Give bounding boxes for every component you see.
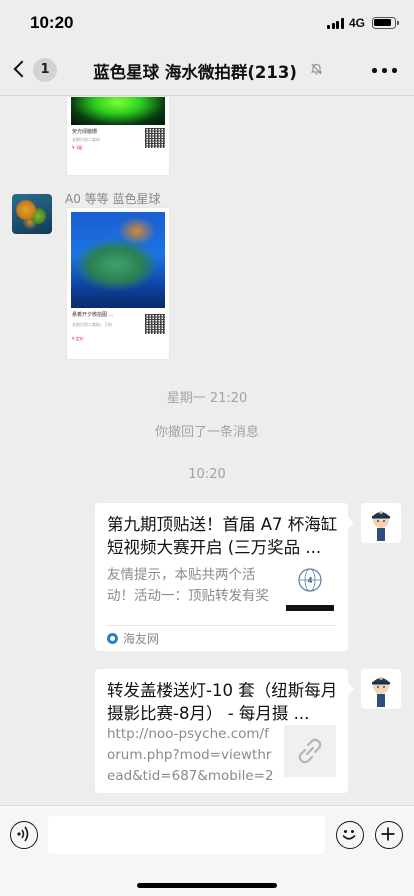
recall-notice: 你撤回了一条消息 — [154, 425, 259, 440]
link-message[interactable]: 转发盖楼送灯-10 套（纽斯每月摄影比赛-8月） - 每月摄 ... http:… — [95, 669, 354, 793]
image-message[interactable]: 荧光绿脑珊 长按识别二维码 ¥ 1级 — [67, 97, 169, 175]
link-source-row: 海友网 — [107, 625, 336, 651]
home-indicator — [137, 883, 277, 888]
link-description: http://noo-psyche.com/forum.php?mod=view… — [107, 726, 274, 784]
site-logo-icon — [107, 633, 118, 644]
more-options-icon[interactable] — [372, 68, 398, 74]
smiley-icon — [342, 830, 356, 840]
image-caption-sub: 长按识别二维码 — [72, 137, 100, 142]
voice-icon — [17, 826, 29, 842]
image-caption-title: 悬着开夕微拍图 ... — [72, 312, 114, 318]
my-avatar[interactable] — [361, 669, 401, 709]
aquarium-photo — [71, 97, 165, 125]
emoji-button[interactable] — [336, 821, 364, 849]
mute-bell-icon — [311, 63, 322, 75]
link-source: 海友网 — [123, 632, 160, 646]
chat-area[interactable]: 荧光绿脑珊 长按识别二维码 ¥ 1级 A0 等等 蓝色星球 悬着开夕微拍图 ..… — [0, 97, 414, 805]
sender-name: A0 等等 蓝色星球 — [65, 192, 161, 206]
link-placeholder-thumb — [284, 725, 336, 777]
timestamp: 10:20 — [188, 467, 226, 482]
my-avatar[interactable] — [361, 503, 401, 543]
battery-icon — [372, 17, 399, 29]
image-price-tag: ¥ 1级 — [72, 145, 83, 150]
aquarium-photo — [71, 212, 165, 308]
image-message[interactable]: 悬着开夕微拍图 ... 长按识别二维码，下拍 ¥ 定价 — [67, 208, 169, 359]
chevron-left-icon — [13, 60, 31, 78]
plus-icon — [381, 827, 395, 841]
link-thumbnail: 4 — [284, 561, 336, 613]
timestamp: 星期一 21:20 — [166, 391, 248, 406]
message-input[interactable] — [48, 816, 325, 854]
avatar[interactable] — [12, 194, 52, 234]
unread-badge: 1 — [33, 58, 57, 82]
link-chain-icon — [298, 738, 322, 764]
voice-button[interactable] — [10, 821, 38, 849]
cartoon-officer-icon — [372, 511, 390, 541]
status-bar: 10:20 4G — [0, 0, 414, 44]
image-caption-sub: 长按识别二维码，下拍 — [72, 322, 112, 327]
svg-text:4: 4 — [308, 576, 313, 585]
status-time: 10:20 — [30, 13, 74, 32]
image-caption-title: 荧光绿脑珊 — [72, 129, 98, 135]
globe-logo-icon: 4 — [284, 561, 336, 613]
image-price-tag: ¥ 定价 — [72, 336, 84, 341]
input-bar — [0, 805, 414, 896]
link-title: 第九期顶贴送！首届 A7 杯海缸短视频大赛开启 (三万奖品 ... — [107, 515, 338, 557]
cartoon-officer-icon — [372, 677, 390, 707]
link-description: 友情提示，本贴共两个活动！活动一：顶贴转发有奖活动时间：2021 年 8... — [107, 567, 269, 604]
link-message[interactable]: 第九期顶贴送！首届 A7 杯海缸短视频大赛开启 (三万奖品 ... 友情提示，本… — [95, 503, 354, 651]
more-functions-button[interactable] — [375, 821, 403, 849]
qr-code-icon — [145, 314, 165, 334]
chat-title: 蓝色星球 海水微拍群(213) — [93, 63, 297, 82]
network-label: 4G — [349, 16, 366, 30]
nav-bar: 1 蓝色星球 海水微拍群(213) — [0, 44, 414, 96]
link-title: 转发盖楼送灯-10 套（纽斯每月摄影比赛-8月） - 每月摄 ... — [107, 681, 338, 723]
qr-code-icon — [145, 128, 165, 148]
signal-icon — [327, 18, 345, 29]
